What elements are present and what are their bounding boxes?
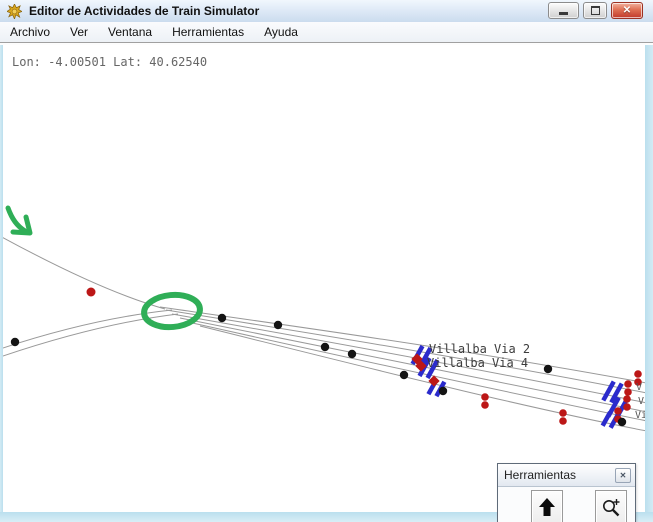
title-bar[interactable]: Editor de Actividades de Train Simulator…: [0, 0, 653, 23]
station-label-fragment: V: [638, 396, 644, 407]
station-label: Villalba Via 4: [427, 356, 528, 370]
window-frame-right: [645, 44, 653, 512]
tools-panel-titlebar[interactable]: Herramientas ✕: [498, 464, 635, 487]
station-label-fragment: V: [636, 382, 642, 393]
menu-herramientas[interactable]: Herramientas: [162, 23, 254, 41]
menu-bar: Archivo Ver Ventana Herramientas Ayuda: [0, 22, 653, 42]
close-icon: ✕: [620, 472, 627, 480]
station-label-fragment: Vi: [635, 410, 645, 421]
tools-panel-title: Herramientas: [504, 468, 576, 482]
app-window: Editor de Actividades de Train Simulator…: [0, 0, 653, 522]
green-annotation-arrow: [8, 208, 25, 231]
red-signal-dot[interactable]: [87, 288, 96, 297]
track-node-dot[interactable]: [348, 350, 356, 358]
window-title: Editor de Actividades de Train Simulator: [29, 4, 259, 18]
zoom-in-icon: [600, 496, 622, 520]
track-node-dot[interactable]: [11, 338, 19, 346]
menu-divider: [0, 42, 653, 45]
placement-arrow-tool-button[interactable]: [531, 490, 563, 522]
app-icon: [7, 4, 22, 19]
restore-button[interactable]: [583, 2, 607, 19]
up-arrow-icon: [536, 496, 558, 520]
track-node-dot[interactable]: [400, 371, 408, 379]
window-frame-left: [0, 44, 3, 512]
close-icon: ✕: [623, 6, 631, 16]
red-node-marker[interactable]: [623, 403, 631, 411]
red-node-marker[interactable]: [559, 417, 567, 425]
track-node-dot[interactable]: [439, 387, 447, 395]
red-node-marker[interactable]: [634, 370, 642, 378]
minimize-button[interactable]: [548, 2, 579, 19]
red-node-marker[interactable]: [624, 380, 632, 388]
red-node-marker[interactable]: [623, 395, 631, 403]
menu-archivo[interactable]: Archivo: [0, 23, 60, 41]
menu-ayuda[interactable]: Ayuda: [254, 23, 308, 41]
track-line: [3, 236, 165, 309]
close-button[interactable]: ✕: [611, 2, 643, 19]
track-line: [188, 322, 645, 422]
menu-ventana[interactable]: Ventana: [98, 23, 162, 41]
red-node-marker[interactable]: [559, 409, 567, 417]
red-node-marker[interactable]: [614, 407, 622, 415]
track-line: [172, 314, 645, 404]
track-node-dot[interactable]: [618, 418, 626, 426]
track-node-dot[interactable]: [544, 365, 552, 373]
red-node-marker[interactable]: [481, 401, 489, 409]
minimize-icon: [559, 12, 568, 15]
track-line: [166, 310, 645, 394]
track-node-dot[interactable]: [218, 314, 226, 322]
station-label: Villalba Via 2: [429, 342, 530, 356]
route-map: Villalba Via 2Villalba Via 4 VV Vi: [3, 44, 645, 512]
route-map-canvas[interactable]: Villalba Via 2Villalba Via 4 VV Vi Lon: -4…: [3, 44, 645, 512]
restore-icon: [591, 6, 600, 15]
track-node-dot[interactable]: [274, 321, 282, 329]
red-node-marker[interactable]: [481, 393, 489, 401]
track-node-dot[interactable]: [321, 343, 329, 351]
menu-ver[interactable]: Ver: [60, 23, 98, 41]
track-line: [200, 326, 645, 432]
zoom-in-tool-button[interactable]: [595, 490, 627, 522]
tools-panel: Herramientas ✕: [497, 463, 636, 522]
tools-panel-close-button[interactable]: ✕: [615, 468, 631, 483]
red-node-marker[interactable]: [624, 388, 632, 396]
window-controls: ✕: [548, 2, 643, 19]
cursor-coordinates-label: Lon: -4.00501 Lat: 40.62540: [12, 55, 207, 69]
track-line: [180, 318, 645, 413]
